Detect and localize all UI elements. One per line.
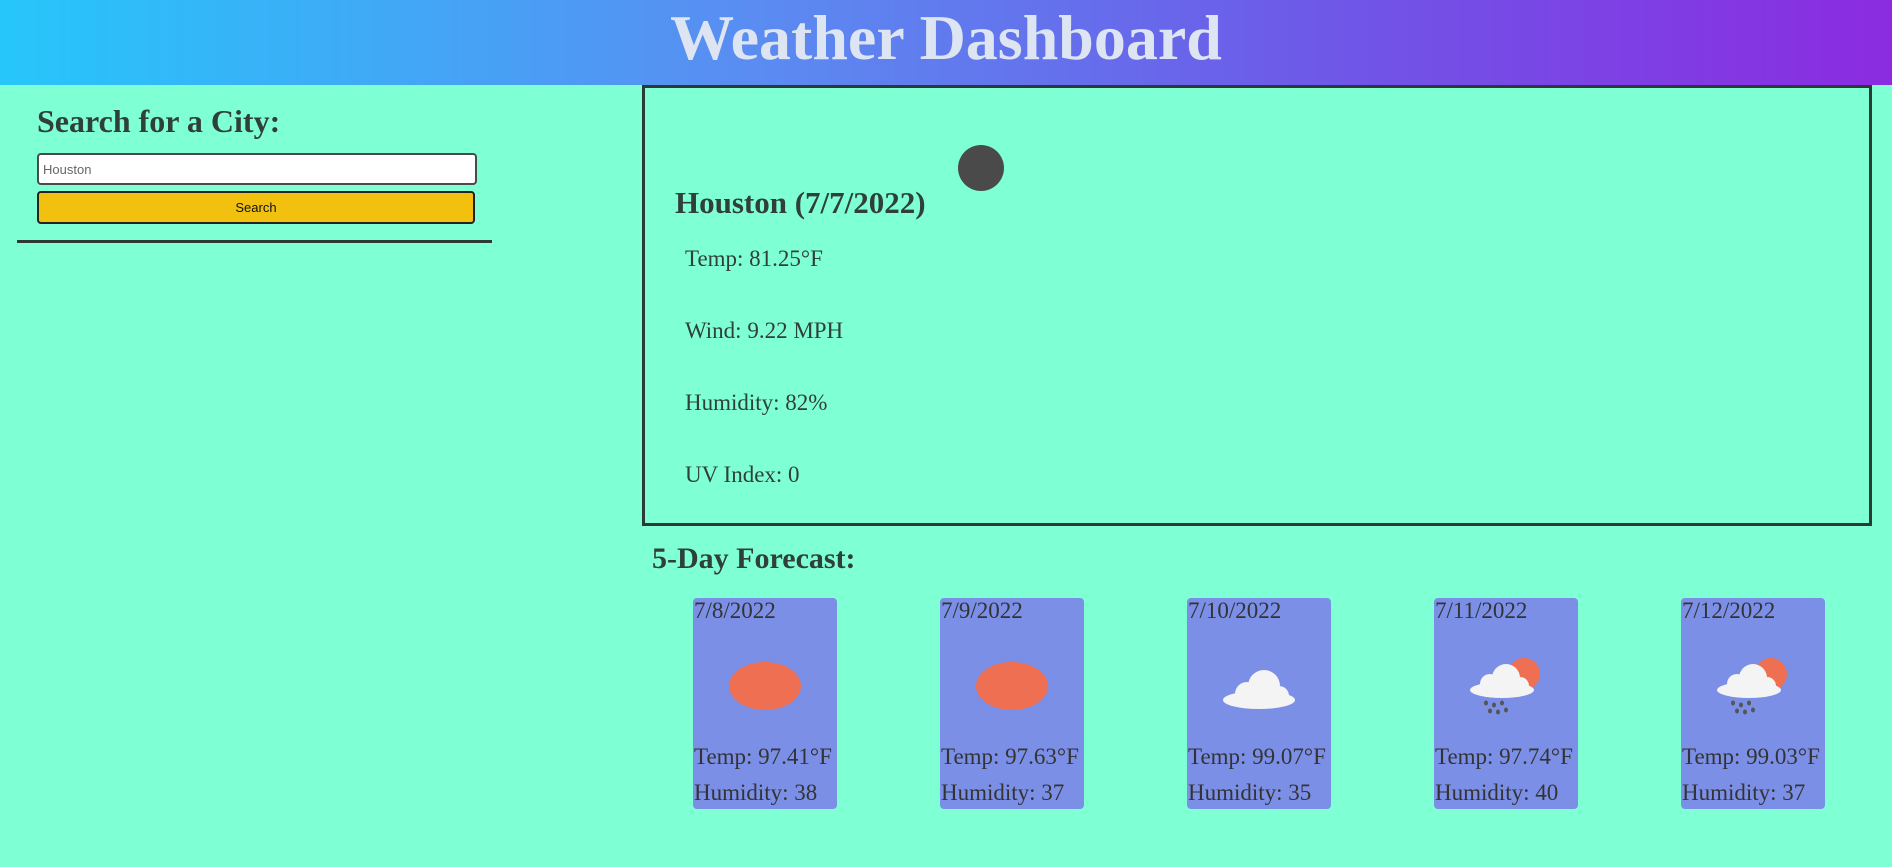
forecast-humidity: Humidity: 37 bbox=[941, 780, 1065, 805]
forecast-humidity: Humidity: 37 bbox=[1682, 780, 1806, 805]
sun-rain-cloud-icon bbox=[1470, 658, 1540, 715]
forecast-temp: Temp: 99.03°F bbox=[1682, 744, 1820, 769]
forecast-humidity: Humidity: 35 bbox=[1188, 780, 1312, 805]
city-search-input[interactable] bbox=[37, 153, 477, 185]
page-title: Weather Dashboard bbox=[670, 2, 1222, 73]
forecast-temp: Temp: 97.41°F bbox=[694, 744, 832, 769]
sun-icon bbox=[976, 662, 1048, 710]
forecast-card: 7/11/2022 Temp: 97.74°F Humidity: 40 bbox=[1434, 598, 1578, 809]
forecast-date: 7/12/2022 bbox=[1682, 598, 1776, 623]
forecast-date: 7/11/2022 bbox=[1435, 598, 1528, 623]
forecast-card: 7/9/2022 Temp: 97.63°F Humidity: 37 bbox=[940, 598, 1084, 809]
forecast-date: 7/8/2022 bbox=[694, 598, 776, 623]
current-weather-panel: Houston (7/7/2022) Temp: 81.25°F Wind: 9… bbox=[642, 85, 1872, 526]
current-wind: Wind: 9.22 MPH bbox=[685, 318, 844, 343]
sun-rain-cloud-icon bbox=[1717, 658, 1787, 715]
forecast-card: 7/8/2022 Temp: 97.41°F Humidity: 38 bbox=[693, 598, 837, 809]
forecast-card: 7/10/2022 Temp: 99.07°F Humidity: 35 bbox=[1187, 598, 1331, 809]
forecast-temp: Temp: 97.74°F bbox=[1435, 744, 1573, 769]
search-heading: Search for a City: bbox=[37, 103, 281, 139]
forecast-card: 7/12/2022 Temp: 99.03°F Humidity: 37 bbox=[1681, 598, 1825, 809]
sidebar-divider bbox=[17, 240, 492, 243]
current-temp: Temp: 81.25°F bbox=[685, 246, 823, 271]
forecast-date: 7/9/2022 bbox=[941, 598, 1023, 623]
current-weather-icon bbox=[958, 145, 1004, 191]
forecast-humidity: Humidity: 38 bbox=[694, 780, 818, 805]
forecast-date: 7/10/2022 bbox=[1188, 598, 1282, 623]
forecast-temp: Temp: 99.07°F bbox=[1188, 744, 1326, 769]
current-humidity: Humidity: 82% bbox=[685, 390, 828, 415]
current-city-date: Houston (7/7/2022) bbox=[675, 185, 926, 220]
search-panel: Search for a City: Search bbox=[17, 85, 492, 243]
cloud-icon bbox=[1223, 670, 1295, 709]
sun-icon bbox=[729, 662, 801, 710]
header-banner: Weather Dashboard bbox=[0, 0, 1892, 85]
current-uv-index: UV Index: 0 bbox=[685, 462, 800, 487]
forecast-title: 5-Day Forecast: bbox=[652, 542, 856, 575]
search-button[interactable]: Search bbox=[37, 191, 475, 224]
forecast-humidity: Humidity: 40 bbox=[1435, 780, 1559, 805]
forecast-temp: Temp: 97.63°F bbox=[941, 744, 1079, 769]
